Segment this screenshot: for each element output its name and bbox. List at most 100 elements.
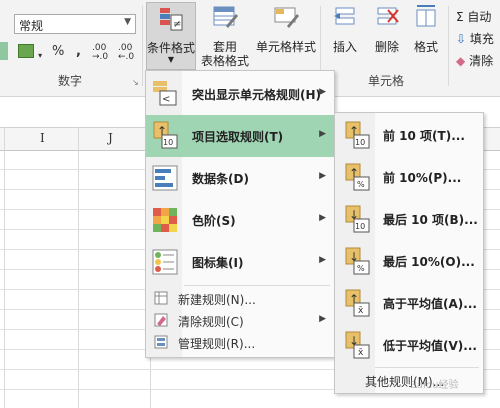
menu-item-data-bars[interactable]: 数据条(D) ▶ (146, 157, 334, 199)
insert-cells-icon (332, 4, 358, 30)
menu-item-highlight-rules[interactable]: < 突出显示单元格规则(H) ▶ (146, 73, 334, 115)
below-average-icon: ↓ x̄ (344, 331, 370, 359)
submenu-item-label: 前 10%(P)... (383, 171, 462, 185)
column-header-i[interactable]: I (40, 131, 45, 145)
icon-sets-icon (152, 249, 178, 275)
svg-text:<: < (162, 94, 170, 105)
menu-item-label: 项目选取规则(T) (192, 130, 284, 144)
cell-styles-icon (273, 4, 299, 30)
svg-text:%: % (357, 264, 365, 273)
svg-text:x̄: x̄ (358, 348, 364, 358)
submenu-item-label: 前 10 项(T)... (383, 129, 465, 143)
chevron-down-icon: ▼ (124, 17, 131, 27)
svg-text:10: 10 (355, 222, 365, 231)
currency-format-button[interactable]: ▾ (18, 44, 42, 62)
delete-button[interactable]: 删除 (368, 4, 406, 54)
svg-text:10: 10 (355, 138, 365, 147)
format-as-table-label-1: 套用 (212, 40, 237, 54)
submenu-item-top-10-percent[interactable]: ↑% 前 10%(P)... (335, 157, 483, 197)
menu-item-label: 清除规则(C) (178, 315, 244, 329)
delete-cells-icon (374, 4, 400, 30)
watermark: Baidu经验 (410, 380, 459, 391)
menu-item-new-rule[interactable]: 新建规则(N)... (146, 287, 334, 309)
cell-styles-button[interactable]: 单元格样式 (256, 4, 316, 54)
menu-item-label: 图标集(I) (192, 256, 244, 270)
clear-label: 清除 (469, 54, 494, 68)
color-scales-icon (152, 207, 178, 233)
insert-label: 插入 (332, 40, 357, 54)
menu-item-label: 管理规则(R)... (178, 337, 256, 351)
chevron-right-icon: ▶ (319, 213, 326, 223)
data-bars-icon (152, 165, 178, 191)
format-button[interactable]: 格式 (408, 4, 444, 54)
submenu-item-label: 最后 10%(O)... (383, 255, 475, 269)
format-cells-icon (413, 4, 439, 30)
above-average-icon: ↑ x̄ (344, 289, 370, 317)
clear-rules-icon (154, 313, 168, 327)
submenu-item-below-average[interactable]: ↓ x̄ 低于平均值(V)... (335, 325, 483, 365)
table-format-icon (212, 4, 238, 30)
column-header-j[interactable]: J (108, 131, 113, 145)
menu-item-top-bottom-rules[interactable]: ↑ 10 项目选取规则(T) ▶ (146, 115, 334, 157)
fill-down-icon: ⇩ (456, 32, 467, 46)
chevron-down-icon: ▾ (38, 51, 43, 60)
chevron-right-icon: ▶ (319, 255, 326, 265)
percent-style-button[interactable]: % (52, 44, 64, 62)
menu-separator (184, 285, 330, 286)
decrease-decimal-button[interactable]: .00 ←.0 (118, 44, 140, 62)
delete-label: 删除 (374, 40, 399, 54)
top-10-items-icon: ↑ 10 (344, 121, 370, 149)
highlight-rules-icon: < (152, 79, 178, 107)
chevron-down-icon: ▼ (167, 55, 175, 64)
top-10-percent-icon: ↑% (344, 163, 370, 191)
group-divider (448, 6, 449, 86)
submenu-item-above-average[interactable]: ↑ x̄ 高于平均值(A)... (335, 283, 483, 323)
comma-style-button[interactable]: , (76, 44, 81, 62)
svg-text:10: 10 (163, 138, 173, 147)
fill-button[interactable]: ⇩ 填充 (456, 30, 494, 47)
cells-group-label: 单元格 (368, 74, 405, 88)
submenu-item-bottom-10-percent[interactable]: ↓% 最后 10%(O)... (335, 241, 483, 281)
menu-item-manage-rules[interactable]: 管理规则(R)... (146, 331, 334, 353)
chevron-right-icon: ▶ (319, 171, 326, 181)
menu-item-icon-sets[interactable]: 图标集(I) ▶ (146, 241, 334, 283)
menu-item-label: 新建规则(N)... (178, 293, 256, 307)
svg-text:≠: ≠ (173, 19, 181, 30)
ribbon-left-marker (0, 42, 8, 60)
chevron-right-icon: ▶ (319, 87, 326, 97)
conditional-format-icon: ≠ (159, 7, 183, 31)
svg-text:%: % (357, 180, 365, 189)
bottom-10-items-icon: ↓ 10 (344, 205, 370, 233)
chevron-right-icon: ▶ (319, 129, 326, 139)
menu-item-label: 色阶(S) (192, 214, 236, 228)
conditional-format-button[interactable]: ≠ 条件格式 ▼ (146, 2, 196, 70)
fill-label: 填充 (469, 32, 494, 46)
svg-text:x̄: x̄ (358, 306, 364, 316)
autosum-button[interactable]: Σ 自动 (456, 8, 491, 25)
menu-item-label: 数据条(D) (192, 172, 249, 186)
number-group-label: 数字 (58, 74, 83, 88)
top-bottom-rules-icon: ↑ 10 (152, 121, 178, 149)
format-as-table-button[interactable]: 套用 表格格式 (200, 4, 250, 68)
conditional-format-menu: < 突出显示单元格规则(H) ▶ ↑ 10 项目选取规则(T) ▶ 数据条(D)… (145, 70, 335, 358)
manage-rules-icon (154, 335, 168, 349)
submenu-item-label: 最后 10 项(B)... (383, 213, 478, 227)
number-format-select[interactable]: 常规 ▼ (14, 14, 136, 34)
menu-item-color-scales[interactable]: 色阶(S) ▶ (146, 199, 334, 241)
submenu-item-top-10[interactable]: ↑ 10 前 10 项(T)... (335, 115, 483, 155)
dialog-launcher-icon[interactable]: ↘ (132, 78, 139, 87)
submenu-separator (375, 367, 479, 368)
bottom-10-percent-icon: ↓% (344, 247, 370, 275)
insert-button[interactable]: 插入 (326, 4, 364, 54)
submenu-item-label: 高于平均值(A)... (383, 297, 477, 311)
number-format-value: 常规 (19, 19, 44, 33)
chevron-right-icon: ▶ (319, 314, 326, 324)
increase-decimal-button[interactable]: .00 →.0 (92, 44, 114, 62)
submenu-item-bottom-10[interactable]: ↓ 10 最后 10 项(B)... (335, 199, 483, 239)
menu-item-clear-rules[interactable]: 清除规则(C) ▶ (146, 309, 334, 331)
currency-icon (18, 44, 34, 58)
format-label: 格式 (413, 40, 438, 54)
eraser-icon: ◆ (456, 54, 466, 68)
format-as-table-label-2: 表格格式 (200, 54, 249, 68)
clear-button[interactable]: ◆ 清除 (456, 52, 493, 69)
